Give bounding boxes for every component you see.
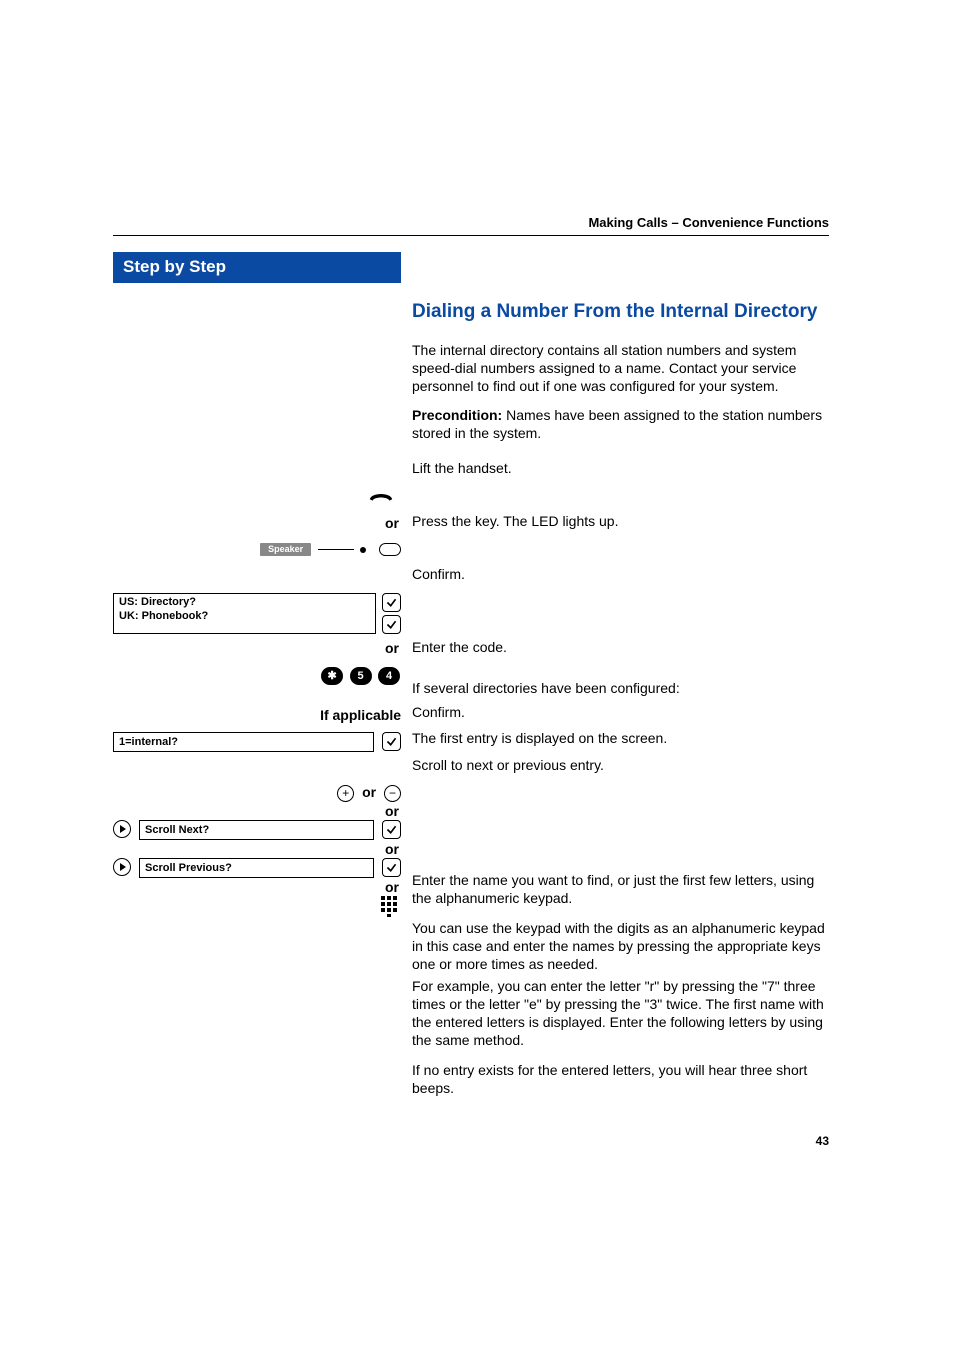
several-dirs-text: If several directories have been configu… <box>412 680 680 698</box>
running-header: Making Calls – Convenience Functions <box>410 215 829 230</box>
scroll-text: Scroll to next or previous entry. <box>412 757 604 775</box>
confirm-check-icon[interactable] <box>382 593 401 612</box>
first-entry-text: The first entry is displayed on the scre… <box>412 730 667 748</box>
confirm-check-icon[interactable] <box>382 820 401 839</box>
star-key[interactable]: ✱ <box>321 667 343 685</box>
digit-5-key[interactable]: 5 <box>350 667 372 685</box>
menu-option-directory: US: Directory? UK: Phonebook? <box>113 593 376 634</box>
handset-icon <box>367 492 395 509</box>
key-line <box>318 549 354 550</box>
or-label-inline: or <box>362 784 376 800</box>
enter-code-text: Enter the code. <box>412 639 507 657</box>
no-entry-text: If no entry exists for the entered lette… <box>412 1062 832 1098</box>
confirm-check-icon[interactable] <box>382 732 401 751</box>
confirm-text: Confirm. <box>412 704 465 722</box>
alpha-keypad-text-1: You can use the keypad with the digits a… <box>412 920 832 974</box>
enter-name-text: Enter the name you want to find, or just… <box>412 872 832 908</box>
confirm-check-icon[interactable] <box>382 615 401 634</box>
play-icon[interactable] <box>113 820 131 838</box>
confirm-text: Confirm. <box>412 566 465 584</box>
keypad-icon <box>380 904 398 921</box>
or-label: or <box>113 515 401 531</box>
minus-key-icon[interactable]: − <box>384 785 401 802</box>
press-key-text: Press the key. The LED lights up. <box>412 513 618 531</box>
header-rule <box>113 235 829 236</box>
menu-option-scroll-next: Scroll Next? <box>139 820 374 840</box>
or-label: or <box>113 841 401 857</box>
plus-key-icon[interactable]: + <box>337 785 354 802</box>
menu-option-directory-us: US: Directory? <box>119 595 370 609</box>
play-icon[interactable] <box>113 858 131 876</box>
pill-key-icon[interactable] <box>379 543 401 556</box>
page-number: 43 <box>816 1134 829 1148</box>
menu-option-internal: 1=internal? <box>113 732 374 752</box>
if-applicable-label: If applicable <box>113 707 401 723</box>
intro-paragraph: The internal directory contains all stat… <box>412 342 832 396</box>
digit-4-key[interactable]: 4 <box>378 667 400 685</box>
or-label: or <box>113 640 401 656</box>
or-label: or <box>113 803 401 819</box>
precondition-label: Precondition: <box>412 407 502 423</box>
menu-option-scroll-prev: Scroll Previous? <box>139 858 374 878</box>
led-dot-icon <box>360 547 366 553</box>
section-heading: Dialing a Number From the Internal Direc… <box>412 300 832 324</box>
menu-option-directory-uk: UK: Phonebook? <box>119 609 370 623</box>
alpha-keypad-text-2: For example, you can enter the letter "r… <box>412 978 832 1050</box>
precondition-paragraph: Precondition: Names have been assigned t… <box>412 407 832 443</box>
or-label: or <box>113 879 401 895</box>
sidebar-title: Step by Step <box>113 252 401 283</box>
lift-handset-text: Lift the handset. <box>412 460 512 478</box>
confirm-check-icon[interactable] <box>382 858 401 877</box>
speaker-key-label[interactable]: Speaker <box>260 543 311 556</box>
